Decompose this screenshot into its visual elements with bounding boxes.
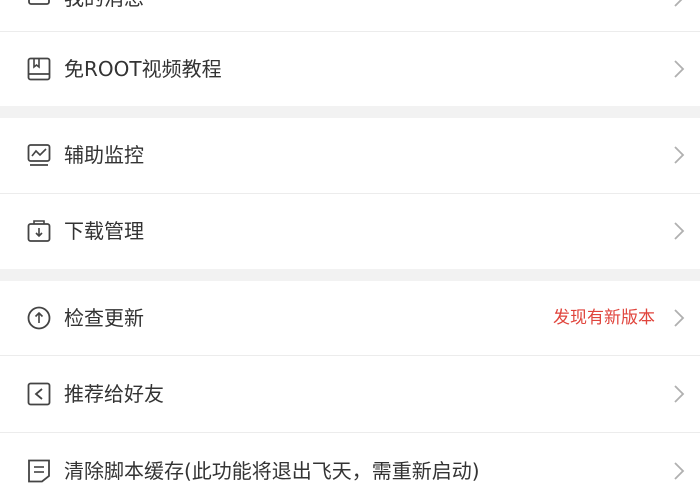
menu-item-label: 我的消息	[64, 0, 144, 12]
menu-item-assist-monitor[interactable]: 辅助监控	[0, 118, 700, 193]
chevron-right-icon	[672, 382, 686, 406]
section-gap	[0, 106, 700, 118]
menu-item-label: 清除脚本缓存(此功能将退出飞天，需重新启动)	[64, 459, 480, 483]
chevron-right-icon	[672, 306, 686, 330]
chevron-right-icon	[672, 219, 686, 243]
chevron-right-icon	[672, 143, 686, 167]
download-box-icon	[25, 217, 53, 245]
menu-item-messages[interactable]: 我的消息	[0, 0, 700, 30]
menu-item-clear-script-cache[interactable]: 清除脚本缓存(此功能将退出飞天，需重新启动)	[0, 433, 700, 490]
share-icon	[25, 380, 53, 408]
chevron-right-icon	[672, 57, 686, 81]
section-gap	[0, 269, 700, 281]
upload-circle-icon	[25, 304, 53, 332]
menu-item-label: 辅助监控	[64, 143, 144, 167]
menu-item-check-update[interactable]: 检查更新 发现有新版本	[0, 281, 700, 355]
menu-item-label: 检查更新	[64, 306, 144, 330]
chevron-right-icon	[672, 459, 686, 483]
menu-item-video-tutorial[interactable]: 免ROOT视频教程	[0, 32, 700, 106]
menu-item-label: 下载管理	[64, 219, 144, 243]
menu-item-label: 推荐给好友	[64, 382, 164, 406]
menu-item-download-manager[interactable]: 下载管理	[0, 194, 700, 269]
menu-item-label: 免ROOT视频教程	[64, 57, 222, 81]
chevron-right-icon	[672, 0, 686, 10]
monitor-chart-icon	[25, 141, 53, 169]
new-version-badge: 发现有新版本	[553, 308, 655, 328]
menu-item-recommend-friend[interactable]: 推荐给好友	[0, 356, 700, 432]
book-icon	[25, 55, 53, 83]
message-icon	[25, 0, 53, 12]
document-icon	[25, 457, 53, 485]
